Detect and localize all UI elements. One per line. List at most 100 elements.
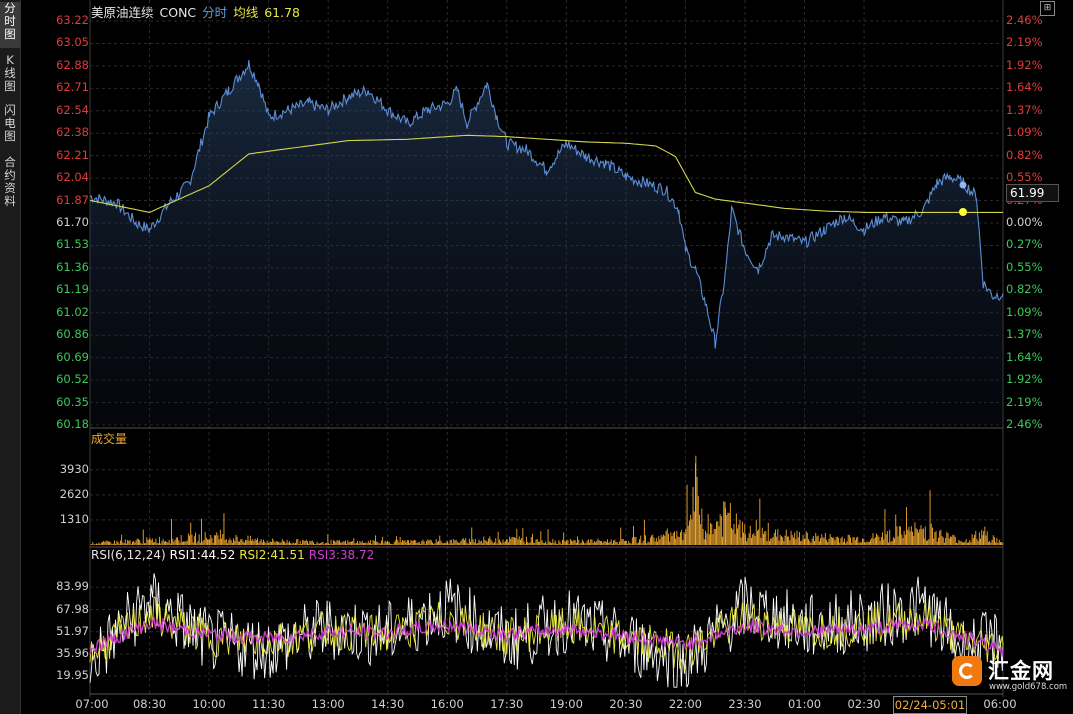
- volume-bar: [589, 542, 590, 545]
- volume-bar: [492, 543, 494, 545]
- volume-bar: [751, 537, 752, 545]
- volume-bar: [273, 540, 275, 545]
- volume-bar: [162, 538, 164, 545]
- volume-bar: [700, 524, 702, 545]
- volume-bar: [769, 541, 770, 545]
- volume-bar: [461, 538, 463, 545]
- volume-bar: [975, 530, 977, 545]
- volume-bar: [761, 527, 763, 545]
- volume-bar: [681, 529, 683, 545]
- volume-bar: [997, 542, 999, 545]
- volume-bar: [783, 541, 785, 545]
- percent-tick-label: 1.92%: [1006, 57, 1043, 72]
- volume-bar: [120, 540, 121, 545]
- volume-bar: [910, 526, 912, 545]
- volume-bar: [390, 543, 391, 545]
- volume-bar: [308, 543, 310, 545]
- volume-bar: [710, 523, 711, 545]
- volume-bar: [971, 534, 973, 545]
- volume-bar: [878, 536, 880, 545]
- rsi-title: RSI(6,12,24): [91, 548, 166, 562]
- volume-bar: [947, 533, 949, 545]
- volume-bar: [719, 514, 721, 545]
- volume-bar: [708, 534, 710, 545]
- volume-bar: [699, 514, 700, 545]
- volume-bar: [132, 541, 133, 545]
- volume-bar: [399, 537, 401, 545]
- volume-bar: [105, 540, 107, 545]
- volume-bar: [538, 541, 539, 545]
- volume-bar: [577, 536, 578, 545]
- volume-bar: [248, 540, 250, 545]
- volume-bar: [235, 534, 237, 545]
- volume-bar: [998, 539, 1000, 545]
- volume-bar: [157, 543, 159, 545]
- volume-bar: [871, 538, 873, 545]
- volume-bar: [373, 540, 375, 545]
- volume-bar: [427, 539, 429, 545]
- volume-bar: [660, 535, 662, 545]
- volume-bar: [802, 535, 804, 545]
- volume-bar: [815, 533, 817, 545]
- volume-title: 成交量: [91, 432, 128, 446]
- volume-bar: [385, 541, 387, 545]
- volume-bar: [903, 530, 905, 545]
- volume-bar: [754, 535, 756, 545]
- time-tick-label: 23:30: [728, 697, 762, 711]
- volume-bar: [587, 539, 589, 545]
- volume-bar: [352, 541, 354, 545]
- volume-bar: [639, 539, 640, 545]
- volume-bar: [820, 538, 821, 545]
- volume-bar: [147, 539, 149, 545]
- volume-bar: [272, 538, 274, 545]
- volume-bar: [621, 539, 623, 545]
- volume-bar: [941, 536, 943, 545]
- volume-bar: [397, 539, 399, 545]
- volume-bar: [299, 541, 301, 545]
- volume-bar: [392, 544, 394, 545]
- volume-bar: [124, 539, 126, 545]
- volume-bar: [579, 543, 581, 545]
- volume-bar: [793, 537, 794, 545]
- volume-bar: [491, 541, 493, 545]
- volume-bar: [712, 534, 714, 545]
- volume-bar: [603, 541, 605, 545]
- volume-bar: [835, 536, 837, 545]
- percent-tick-label: 1.37%: [1006, 327, 1043, 342]
- volume-bar: [317, 543, 319, 545]
- volume-bar: [153, 542, 154, 545]
- volume-bar: [249, 535, 251, 545]
- volume-bar: [486, 541, 488, 545]
- volume-bar: [686, 484, 688, 545]
- volume-bar: [202, 541, 204, 545]
- volume-bar: [269, 541, 271, 545]
- volume-bar: [743, 532, 744, 545]
- volume-bar: [500, 541, 501, 545]
- volume-bar: [891, 540, 893, 545]
- volume-bar: [208, 539, 210, 545]
- volume-bar: [455, 539, 457, 545]
- price-tick-label: 61.36: [56, 259, 89, 274]
- volume-bar: [765, 531, 767, 545]
- time-tick-label: 01:00: [787, 697, 822, 711]
- volume-bar: [646, 543, 648, 545]
- volume-bar: [483, 536, 485, 545]
- volume-bar: [984, 526, 986, 545]
- volume-bar: [782, 537, 784, 545]
- volume-bar: [315, 544, 317, 545]
- volume-bar: [965, 539, 967, 545]
- volume-bar: [379, 543, 381, 545]
- volume-bar: [503, 542, 505, 545]
- volume-bar: [536, 539, 538, 545]
- volume-bar: [627, 543, 628, 545]
- volume-bar: [853, 537, 855, 545]
- volume-bar: [366, 543, 368, 545]
- volume-bar: [990, 542, 992, 545]
- volume-bar: [648, 542, 650, 545]
- volume-bar: [874, 537, 876, 545]
- volume-bar: [115, 543, 117, 545]
- volume-bar: [636, 543, 638, 545]
- percent-tick-label: 0.00%: [1006, 215, 1043, 229]
- volume-bar: [659, 539, 661, 545]
- volume-bar: [277, 541, 278, 545]
